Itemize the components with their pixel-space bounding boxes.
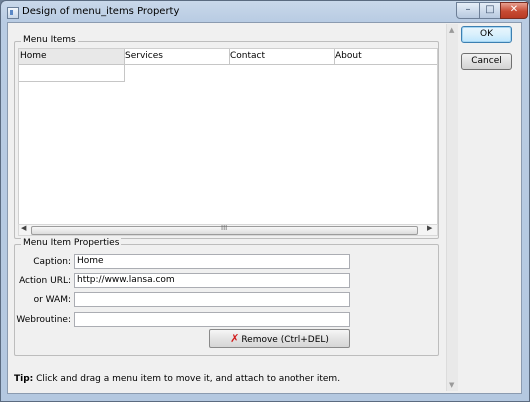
caption-input[interactable] bbox=[74, 254, 350, 269]
arrow-down-icon[interactable]: ▼ bbox=[449, 381, 454, 389]
menu-item-about[interactable]: About bbox=[334, 49, 437, 64]
tip-prefix: Tip: bbox=[14, 374, 34, 384]
remove-button-label: Remove (Ctrl+DEL) bbox=[241, 335, 329, 345]
scrollbar-thumb[interactable]: III bbox=[31, 224, 418, 235]
window-icon bbox=[7, 7, 19, 19]
action-url-label: Action URL: bbox=[19, 276, 71, 286]
menu-bar-row: Home Services Contact About bbox=[19, 49, 437, 65]
cancel-button[interactable]: Cancel bbox=[461, 53, 512, 70]
scrollbar-grip: III bbox=[221, 224, 228, 232]
menu-items-legend: Menu Items bbox=[21, 35, 78, 45]
menu-item-home[interactable]: Home bbox=[19, 49, 125, 64]
submenu-placeholder[interactable] bbox=[19, 65, 125, 82]
title-bar[interactable]: Design of menu_items Property – □ ✕ bbox=[1, 1, 529, 23]
ok-button[interactable]: OK bbox=[461, 26, 512, 43]
arrow-left-icon[interactable]: ◀ bbox=[21, 224, 26, 232]
arrow-up-icon[interactable]: ▲ bbox=[449, 26, 454, 34]
menu-item-services[interactable]: Services bbox=[124, 49, 230, 64]
arrow-right-icon[interactable]: ▶ bbox=[427, 224, 432, 232]
tip-text: Tip: Click and drag a menu item to move … bbox=[14, 374, 340, 384]
caption-label: Caption: bbox=[33, 257, 71, 267]
vertical-scrollbar[interactable]: ▲ ▼ bbox=[446, 24, 458, 391]
window-title: Design of menu_items Property bbox=[22, 6, 180, 17]
maximize-button[interactable]: □ bbox=[479, 2, 501, 19]
red-x-icon: ✗ bbox=[230, 332, 240, 345]
menu-item-contact[interactable]: Contact bbox=[229, 49, 335, 64]
action-url-input[interactable] bbox=[74, 273, 350, 288]
horizontal-scrollbar[interactable]: ◀ III ▶ bbox=[18, 224, 438, 236]
remove-button[interactable]: ✗ Remove (Ctrl+DEL) bbox=[209, 329, 350, 348]
webroutine-input[interactable] bbox=[74, 312, 350, 327]
close-button[interactable]: ✕ bbox=[500, 2, 528, 19]
minimize-button[interactable]: – bbox=[456, 2, 480, 19]
wam-label: or WAM: bbox=[33, 295, 71, 305]
menu-designer-canvas[interactable]: Home Services Contact About bbox=[18, 48, 438, 226]
webroutine-label: Webroutine: bbox=[16, 315, 71, 325]
properties-legend: Menu Item Properties bbox=[21, 238, 122, 248]
tip-body: Click and drag a menu item to move it, a… bbox=[33, 374, 341, 384]
wam-input[interactable] bbox=[74, 292, 350, 307]
